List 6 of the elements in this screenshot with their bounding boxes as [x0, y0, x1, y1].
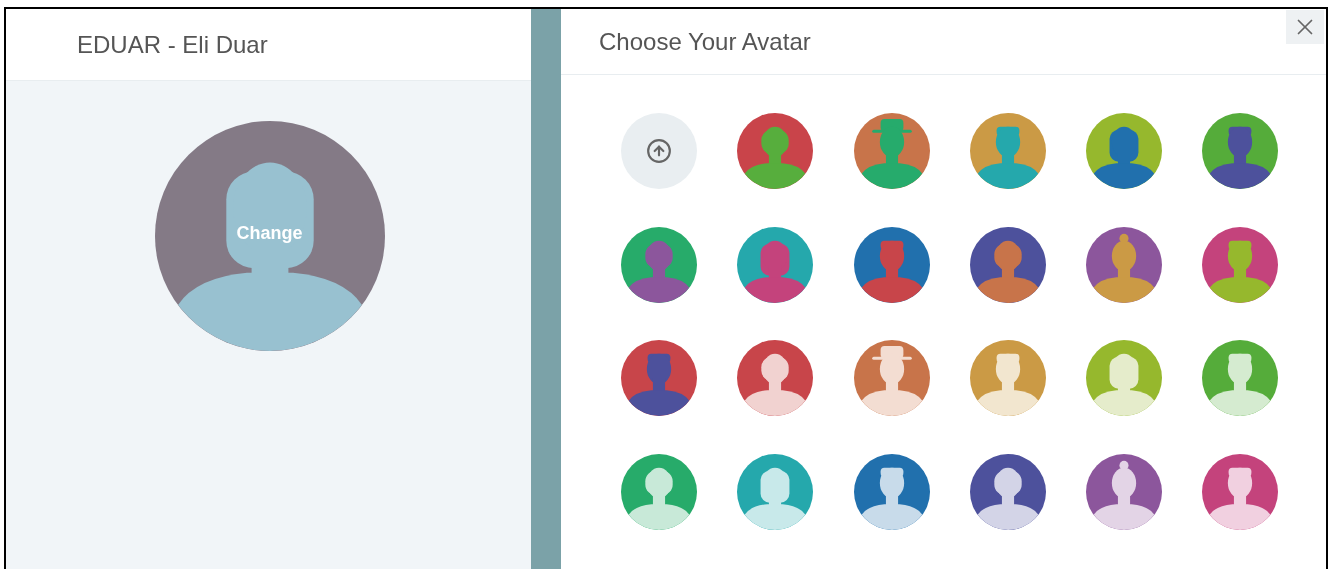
upload-icon: [646, 138, 672, 164]
close-button[interactable]: [1286, 10, 1324, 44]
change-label[interactable]: Change: [236, 224, 303, 242]
profile-avatar[interactable]: Change: [154, 121, 385, 351]
profile-name: EDUAR - Eli Duar: [77, 29, 268, 60]
dialog-title: Choose Your Avatar: [599, 26, 811, 57]
